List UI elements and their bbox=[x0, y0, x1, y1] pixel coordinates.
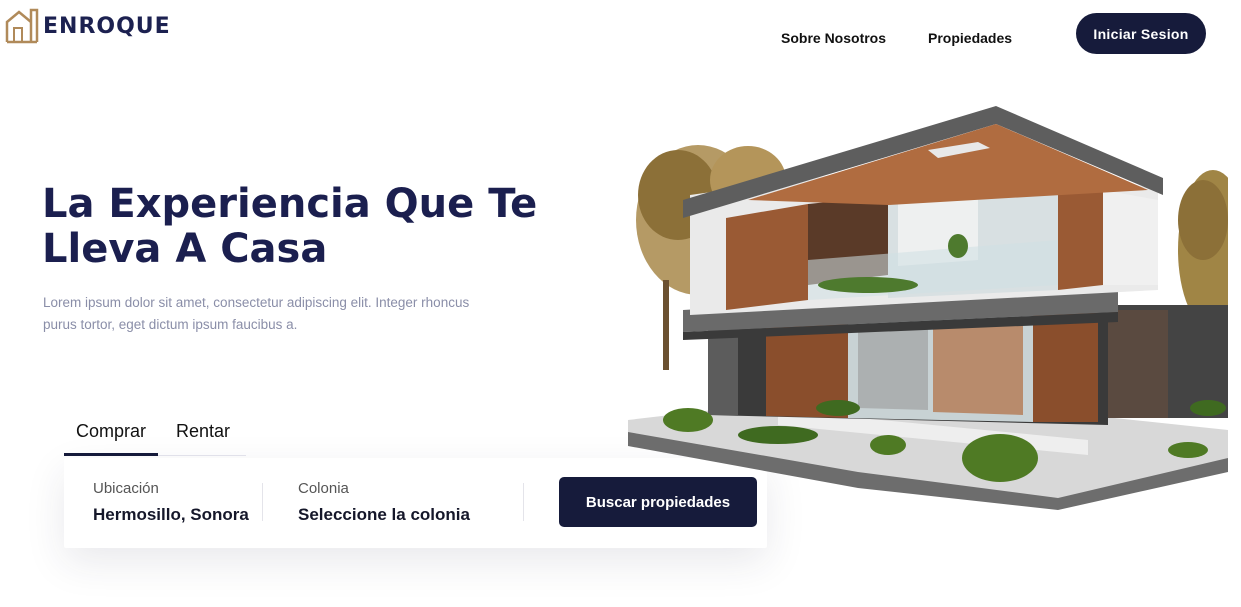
hero-title: La Experiencia Que Te Lleva A Casa bbox=[42, 181, 538, 272]
house-outline-icon bbox=[5, 8, 39, 44]
location-value: Hermosillo, Sonora bbox=[93, 505, 249, 524]
brand-name: ENROQUE bbox=[43, 13, 171, 39]
search-tabs: Comprar Rentar bbox=[64, 414, 246, 456]
tab-rentar[interactable]: Rentar bbox=[158, 414, 242, 456]
field-divider bbox=[523, 483, 524, 521]
login-button[interactable]: Iniciar Sesion bbox=[1076, 13, 1206, 54]
house-image bbox=[628, 106, 1228, 510]
nav-link-properties[interactable]: Propiedades bbox=[928, 30, 1012, 46]
neighborhood-value: Seleccione la colonia bbox=[298, 505, 470, 524]
location-field[interactable]: Ubicación Hermosillo, Sonora bbox=[93, 480, 249, 525]
location-label: Ubicación bbox=[93, 480, 159, 497]
nav-link-about[interactable]: Sobre Nosotros bbox=[781, 30, 886, 46]
field-divider bbox=[262, 483, 263, 521]
logo[interactable]: ENROQUE bbox=[5, 8, 171, 44]
hero-description: Lorem ipsum dolor sit amet, consectetur … bbox=[43, 295, 470, 332]
tab-comprar[interactable]: Comprar bbox=[64, 414, 158, 456]
neighborhood-label: Colonia bbox=[298, 480, 349, 497]
neighborhood-field[interactable]: Colonia Seleccione la colonia bbox=[298, 480, 470, 525]
